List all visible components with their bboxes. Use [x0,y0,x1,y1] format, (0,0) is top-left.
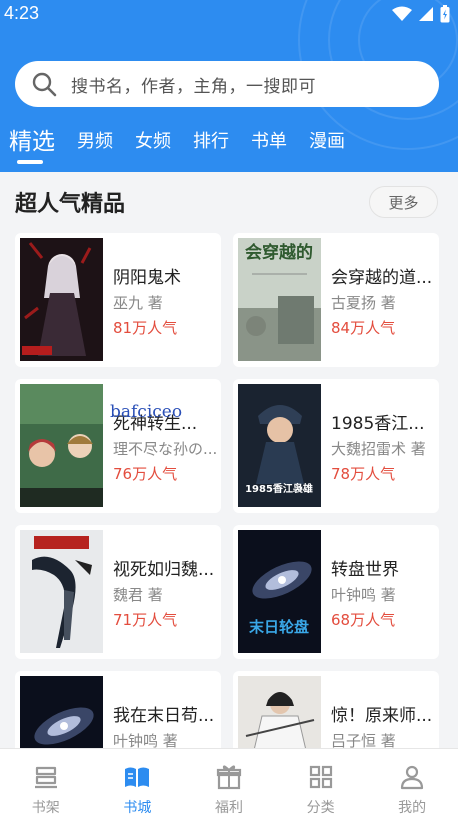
search-bar[interactable]: 搜书名，作者，主角，一搜即可 [15,61,439,107]
more-button[interactable]: 更多 [369,186,438,218]
book-author: 古夏扬 著 [331,294,396,312]
police-cover[interactable]: 1985香江袅雄 [238,384,321,507]
status-bar: 4:23 [0,0,458,30]
book-title: 转盘世界 [331,560,399,580]
tab-ranking[interactable]: 排行 [193,122,229,153]
status-time: 4:23 [4,3,40,23]
book-popularity: 71万人气 [113,611,178,629]
nav-bookshelf[interactable]: 书架 [0,749,92,820]
search-placeholder: 搜书名，作者，主角，一搜即可 [71,76,316,97]
nav-label: 书架 [31,800,60,816]
category-tabs: 精选 男频 女频 排行 书单 漫画 [0,122,367,166]
book-popularity: 78万人气 [331,465,396,483]
cover-title: 末日轮盘 [249,618,309,636]
book-grid: 阴阳鬼术 巫九 著 81万人气 会穿越的 会穿越的道... 古夏扬 著 84万人… [15,233,439,805]
book-title: 惊！原来师... [331,706,433,726]
book-title: 视死如归魏... [113,560,215,580]
book-card[interactable]: 会穿越的 会穿越的道... 古夏扬 著 84万人气 [233,233,439,367]
gift-icon [216,765,242,790]
book-author: 理不尽な孙の... [113,440,218,458]
book-open-icon [125,767,150,787]
signal-icon [419,7,433,21]
tab-comics[interactable]: 漫画 [309,122,345,153]
book-title: 死神转生... [113,414,198,434]
anime-cover[interactable] [20,384,103,507]
ghost-girl-cover[interactable] [20,238,103,361]
wifi-icon [392,6,412,21]
tab-selected[interactable]: 精选 [9,122,55,164]
grid-icon [309,765,332,789]
nav-label: 我的 [398,800,427,816]
nav-label: 分类 [306,800,335,816]
section-title: 超人气精品 [15,192,126,217]
status-icons [392,5,450,23]
nav-welfare[interactable]: 福利 [183,749,275,820]
tab-booklist[interactable]: 书单 [251,122,287,153]
book-title: 1985香江... [331,414,425,434]
user-icon [401,765,424,790]
book-card[interactable]: 阴阳鬼术 巫九 著 81万人气 [15,233,221,367]
nav-label: 福利 [214,800,243,816]
book-card[interactable]: 末日轮盘 转盘世界 叶钟鸣 著 68万人气 [233,525,439,659]
nav-label: 书城 [123,800,152,816]
book-title: 阴阳鬼术 [113,268,181,288]
book-popularity: 81万人气 [113,319,178,337]
battery-icon [440,5,450,23]
book-card[interactable]: 视死如归魏... 魏君 著 71万人气 [15,525,221,659]
search-icon [32,72,57,97]
ruins-cover[interactable]: 会穿越的 [238,238,321,361]
book-popularity: 84万人气 [331,319,396,337]
nav-bookstore[interactable]: 书城 [92,749,184,820]
book-popularity: 76万人气 [113,465,178,483]
book-author: 巫九 著 [113,294,163,312]
cover-title: 会穿越的 [245,242,313,263]
book-card[interactable]: 1985香江袅雄 1985香江... 大魏招雷术 著 78万人气 [233,379,439,513]
bookshelf-icon [34,766,57,789]
tab-female[interactable]: 女频 [135,122,171,153]
nav-category[interactable]: 分类 [275,749,367,820]
book-popularity: 68万人气 [331,611,396,629]
ink-cover[interactable] [20,530,103,653]
galaxy-cover[interactable]: 末日轮盘 [238,530,321,653]
nav-profile[interactable]: 我的 [366,749,458,820]
cover-title: 1985香江袅雄 [245,482,313,495]
bottom-navigation: 书架 书城 福利 分类 我的 [0,748,458,820]
book-author: 魏君 著 [113,586,163,604]
book-author: 大魏招雷术 著 [331,440,426,458]
book-title: 我在末日苟... [113,706,215,726]
tab-male[interactable]: 男频 [77,122,113,153]
book-title: 会穿越的道... [331,268,433,288]
book-card[interactable]: 死神转生... 理不尽な孙の... 76万人气 [15,379,221,513]
header-bar: 4:23 搜书名，作者，主角，一搜即可 精选 男频 女频 排行 书单 漫画 [0,0,458,172]
book-author: 叶钟鸣 著 [331,586,396,604]
